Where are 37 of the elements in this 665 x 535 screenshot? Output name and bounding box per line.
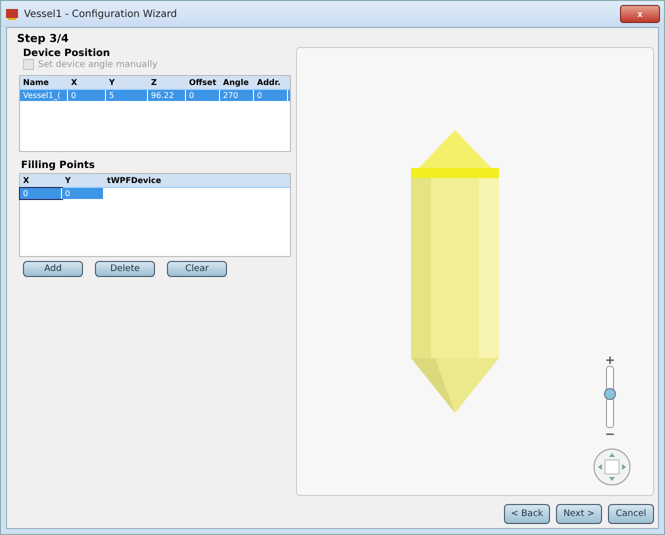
table-cell: 0: [20, 188, 62, 199]
column-header[interactable]: Y: [62, 174, 104, 187]
column-header[interactable]: tWPFDevice: [104, 174, 164, 187]
column-header[interactable]: Y: [106, 76, 148, 89]
table-cell: 0: [186, 90, 220, 101]
navigation-pad-icon[interactable]: [593, 448, 631, 486]
checkbox-label: Set device angle manually: [38, 60, 158, 70]
table-cell: 270: [220, 90, 254, 101]
table-cell: 5: [106, 90, 148, 101]
section-heading: Device Position: [23, 48, 111, 59]
step-heading: Step 3/4: [17, 32, 70, 45]
wizard-button[interactable]: Next >: [556, 504, 602, 524]
table-cell: Vessel1_(: [20, 90, 68, 101]
column-header[interactable]: Offset: [186, 76, 220, 89]
column-header[interactable]: Angle: [220, 76, 254, 89]
wizard-button[interactable]: < Back: [504, 504, 550, 524]
zoom-out-label: −: [604, 428, 615, 440]
table-cell: 0: [62, 188, 104, 199]
wizard-button[interactable]: Cancel: [608, 504, 654, 524]
column-header[interactable]: X: [20, 174, 62, 187]
column-header[interactable]: X: [68, 76, 106, 89]
zoom-in-label: +: [604, 354, 615, 366]
window-title: Vessel1 - Configuration Wizard: [24, 8, 177, 20]
action-button[interactable]: Add: [23, 261, 83, 277]
table-cell: 0: [254, 90, 288, 101]
action-button[interactable]: Delete: [95, 261, 155, 277]
slider-thumb[interactable]: [604, 388, 616, 400]
table-cell: 0: [68, 90, 106, 101]
action-button[interactable]: Clear: [167, 261, 227, 277]
column-header[interactable]: Z: [148, 76, 186, 89]
app-logo-icon: [5, 7, 19, 21]
table-cell: 96.22: [148, 90, 186, 101]
section-heading: Filling Points: [21, 160, 96, 171]
zoom-slider[interactable]: [606, 366, 614, 428]
column-header[interactable]: Name: [20, 76, 68, 89]
close-button[interactable]: x: [620, 5, 660, 23]
column-header[interactable]: Addr.: [254, 76, 288, 89]
